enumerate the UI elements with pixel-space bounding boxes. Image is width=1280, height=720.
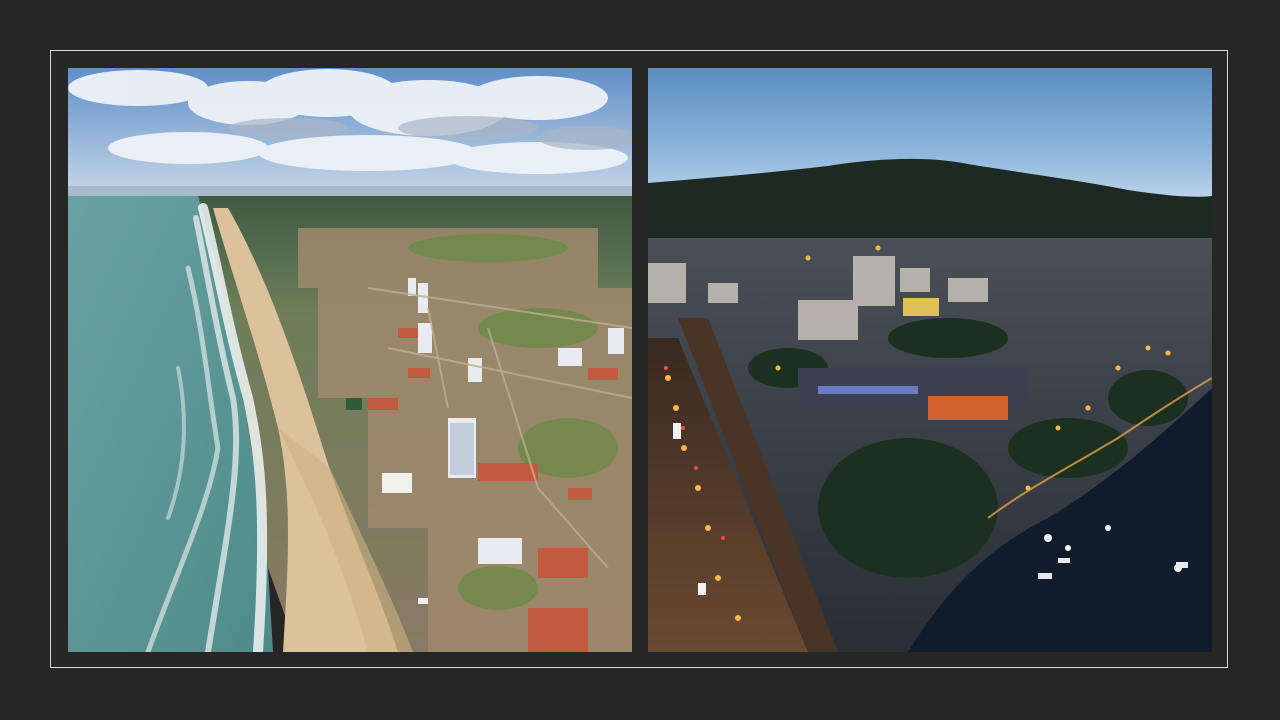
dusk-city-aerial-image <box>648 68 1212 652</box>
dusk-city-aerial-photo <box>648 68 1212 652</box>
beach-aerial-image <box>68 68 632 652</box>
beach-aerial-photo <box>68 68 632 652</box>
slide-frame <box>50 50 1228 668</box>
